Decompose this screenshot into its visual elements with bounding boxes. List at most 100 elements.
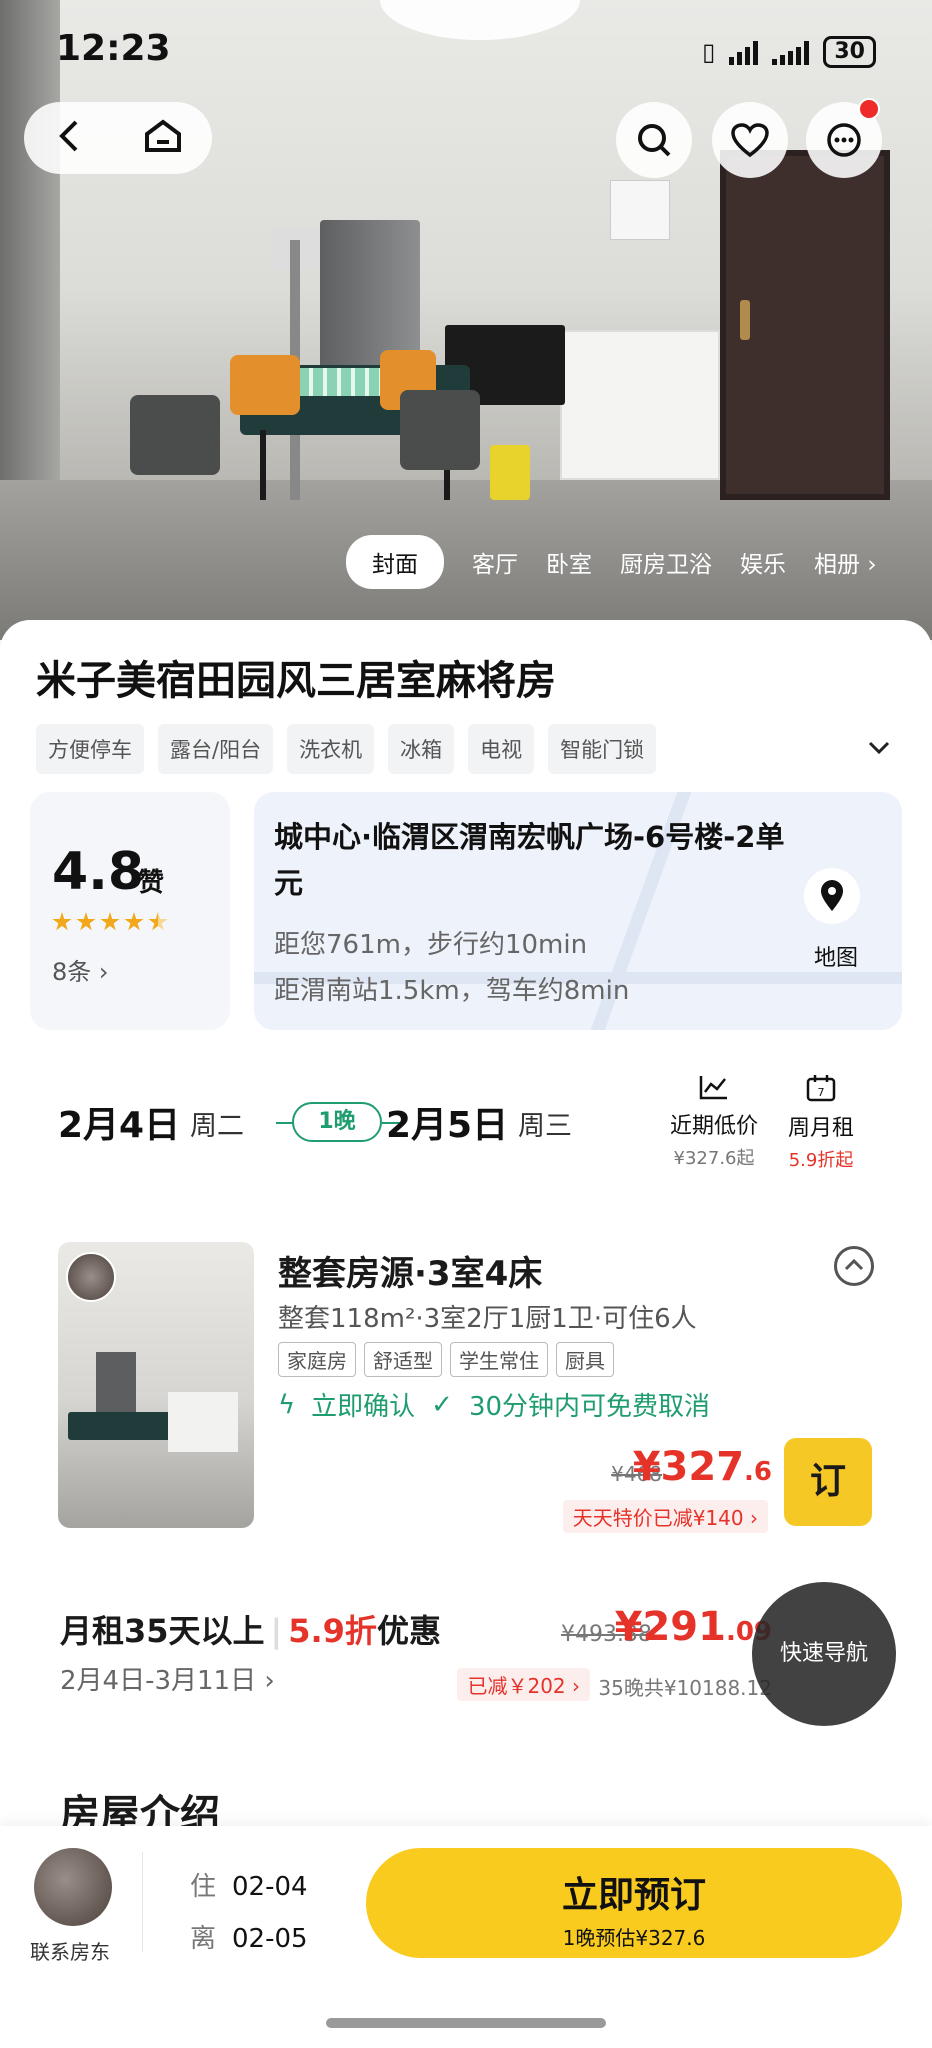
facility-tags: 方便停车 露台/阳台 洗衣机 冰箱 电视 智能门锁 (36, 724, 657, 774)
vibrate-icon: ▯ (702, 38, 716, 66)
collapse-button[interactable] (834, 1246, 874, 1286)
facility-tag: 电视 (468, 724, 535, 774)
rating-stars (52, 912, 168, 932)
quick-nav-button[interactable]: 快速导航 (752, 1582, 896, 1726)
star-icon (124, 912, 144, 931)
photo-chair (230, 355, 300, 415)
calendar-icon: 7 (806, 1075, 836, 1102)
status-time: 12:23 (56, 28, 171, 69)
photo-chair (130, 395, 220, 475)
message-button[interactable] (806, 98, 882, 178)
home-icon[interactable] (143, 118, 183, 158)
review-count[interactable]: 8条 › (52, 952, 109, 987)
checkout-weekday: 周三 (518, 1111, 572, 1142)
checkin-summary[interactable]: 住 02-04 (190, 1866, 308, 1903)
room-thumbnail[interactable] (58, 1242, 254, 1528)
checkin-key: 住 (190, 1872, 217, 1902)
chevron-down-icon[interactable] (866, 734, 892, 760)
reserve-estimate: 1晚预估¥327.6 (562, 1926, 706, 1950)
gallery-tab-bedroom[interactable]: 卧室 (546, 545, 592, 579)
contact-host-label[interactable]: 联系房东 (30, 1936, 110, 1965)
facility-tag: 露台/阳台 (158, 724, 274, 774)
room-tags: 家庭房 舒适型 学生常住 厨具 (278, 1342, 614, 1377)
bottom-bar: 联系房东 住 02-04 离 02-05 立即预订 1晚预估¥327.6 (0, 1826, 932, 2048)
signal-icon (729, 39, 759, 65)
chevron-up-icon (844, 1258, 864, 1271)
room-perks: ϟ 立即确认 ✓ 30分钟内可免费取消 (278, 1386, 710, 1423)
favorite-button[interactable] (712, 102, 788, 178)
monthly-rent-label: 周月租 (788, 1116, 855, 1141)
monthly-price-new: ¥291.09 (615, 1604, 772, 1650)
gallery-tab-kitchen-bath[interactable]: 厨房卫浴 (620, 545, 712, 579)
heart-icon (731, 123, 769, 158)
book-room-button[interactable]: 订 (784, 1438, 872, 1526)
room-title: 整套房源·3室4床 (278, 1254, 543, 1294)
checkout-summary[interactable]: 离 02-05 (190, 1918, 308, 1955)
title-divider: | (270, 1612, 283, 1650)
status-icons: ▯ 30 (702, 36, 876, 68)
signal-icon (772, 39, 810, 65)
rating-card[interactable]: 4.8 赞 8条 › (30, 792, 230, 1030)
gallery-tab-cover[interactable]: 封面 (346, 535, 444, 589)
svg-text:7: 7 (818, 1086, 825, 1099)
gallery-category-strip: 封面 客厅 卧室 厨房卫浴 娱乐 相册 › (346, 535, 877, 589)
distance-walk: 距您761m，步行约10min (274, 930, 588, 960)
facility-tag: 方便停车 (36, 724, 144, 774)
gallery-tab-living[interactable]: 客厅 (472, 545, 518, 579)
monthly-range[interactable]: 2月4日-3月11日 › (60, 1660, 275, 1697)
photo-cabinet (560, 330, 720, 480)
thumb-table (68, 1412, 178, 1440)
address-card[interactable]: 城中心·临渭区渭南宏帆广场-6号楼-2单元 距您761m，步行约10min 距渭… (254, 792, 902, 1030)
monthly-discount[interactable]: 已减￥202 › (457, 1668, 590, 1701)
low-price-value: ¥327.6起 (673, 1148, 755, 1169)
half-star-icon (148, 912, 168, 931)
map-label[interactable]: 地图 (814, 940, 858, 972)
room-tag: 厨具 (556, 1342, 614, 1377)
monthly-title-pre: 月租35天以上 (60, 1612, 265, 1650)
room-card[interactable]: 整套房源·3室4床 整套118m²·3室2厅1厨1卫·可住6人 家庭房 舒适型 … (30, 1212, 902, 1560)
perk-confirm: 立即确认 (311, 1392, 416, 1422)
low-price-entry[interactable]: 近期低价 ¥327.6起 (670, 1074, 758, 1170)
monthly-title-post: 优惠 (376, 1612, 441, 1650)
chat-icon (827, 123, 861, 157)
map-pin-icon[interactable] (804, 868, 860, 924)
star-icon (52, 912, 72, 931)
album-link[interactable]: 相册 › (814, 545, 877, 579)
reserve-now-button[interactable]: 立即预订 1晚预估¥327.6 (366, 1848, 902, 1958)
host-avatar-small (66, 1252, 116, 1302)
room-tag: 舒适型 (364, 1342, 442, 1377)
checkin-date: 2月4日 (58, 1105, 181, 1146)
monthly-rent-value: 5.9折起 (788, 1150, 854, 1171)
stay-dates-card[interactable]: 2月4日 周二 1晚 2月5日 周三 近期低价 ¥327.6起 7 周月租 5.… (30, 1054, 902, 1188)
check-circle-icon: ✓ (431, 1389, 453, 1420)
reserve-label: 立即预订 (561, 1875, 706, 1916)
monthly-title: 月租35天以上 | 5.9折优惠 (60, 1606, 441, 1652)
rating-score: 4.8 (52, 842, 145, 902)
monthly-rent-entry[interactable]: 7 周月租 5.9折起 (788, 1074, 854, 1172)
room-tag: 学生常住 (450, 1342, 548, 1377)
back-icon[interactable] (54, 118, 84, 158)
photo-wall-panel (610, 180, 670, 240)
room-discount[interactable]: 天天特价已减¥140 › (562, 1500, 768, 1533)
facility-tag: 洗衣机 (287, 724, 375, 774)
monthly-price-int: ¥291 (614, 1604, 726, 1650)
notification-dot (858, 98, 880, 120)
search-button[interactable] (616, 102, 692, 178)
lightning-icon: ϟ (278, 1389, 296, 1420)
photo-door-handle (740, 300, 750, 340)
thumb-cabinet (168, 1392, 238, 1452)
host-avatar[interactable] (34, 1848, 112, 1926)
chevron-right-icon: › (867, 552, 877, 578)
checkout-value: 02-05 (232, 1924, 308, 1954)
rating-word: 赞 (138, 868, 165, 898)
distance-station: 距渭南站1.5km，驾车约8min (274, 976, 630, 1006)
home-indicator[interactable] (326, 2018, 606, 2028)
nights-badge: 1晚 (292, 1102, 382, 1142)
perk-cancel: 30分钟内可免费取消 (468, 1392, 711, 1422)
album-label: 相册 (814, 552, 860, 578)
checkout-key: 离 (190, 1924, 217, 1954)
room-price-int: ¥327 (632, 1444, 745, 1490)
gallery-tab-entertainment[interactable]: 娱乐 (740, 545, 786, 579)
room-tag: 家庭房 (278, 1342, 356, 1377)
monthly-title-red: 5.9折 (288, 1612, 377, 1650)
